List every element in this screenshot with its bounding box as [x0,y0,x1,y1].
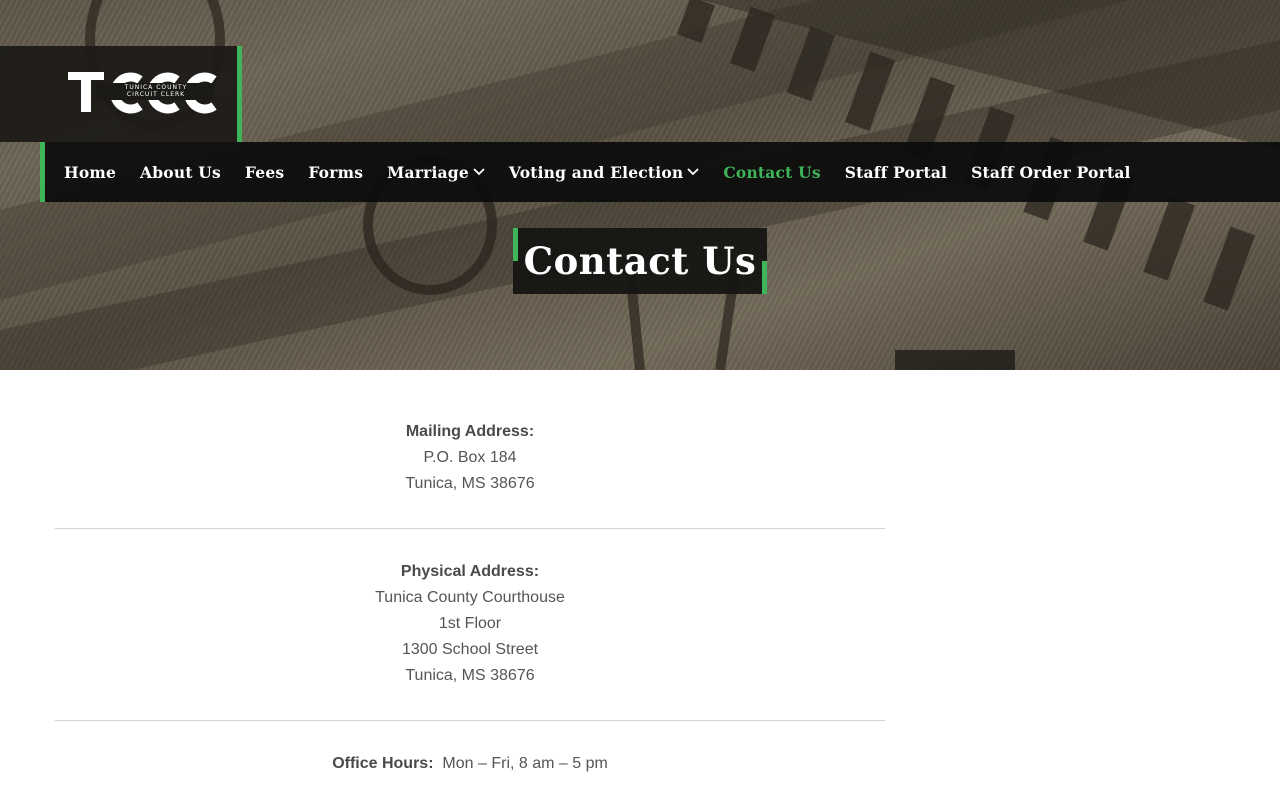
mailing-address-line: P.O. Box 184 [423,449,517,466]
physical-address-block: Physical Address: Tunica County Courthou… [55,559,885,689]
nav-label: Home [64,162,117,182]
nav-label: Forms [308,162,364,182]
nav-item-marriage[interactable]: Marriage [387,163,485,182]
nav-item-staff-order-portal[interactable]: Staff Order Portal [971,163,1131,182]
nav-item-home[interactable]: Home [64,163,116,182]
physical-address-line: 1300 School Street [401,641,539,658]
nav-item-staff-portal[interactable]: Staff Portal [845,163,947,182]
logo-subtitle-line2: CIRCUIT CLERK [126,91,186,98]
nav-item-fees[interactable]: Fees [245,163,284,182]
contact-content: Mailing Address: P.O. Box 184 Tunica, MS… [55,370,885,777]
page-title-box: Contact Us [513,228,767,294]
office-hours-block: Office Hours: Mon – Fri, 8 am – 5 pm [55,751,885,777]
nav-label: About Us [140,162,221,182]
office-hours-value: Mon – Fri, 8 am – 5 pm [442,755,608,772]
site-logo[interactable]: TUNICA COUNTY CIRCUIT CLERK [0,46,242,142]
main-navigation: Home About Us Fees Forms Marriage Voting… [40,142,1280,202]
nav-label: Voting and Election [508,162,684,182]
physical-address-line: Tunica County Courthouse [375,589,565,606]
nav-item-voting-and-election[interactable]: Voting and Election [509,163,700,182]
page-title: Contact Us [523,239,757,283]
logo-subtitle: TUNICA COUNTY CIRCUIT CLERK [96,84,216,98]
nav-label: Marriage [387,162,469,182]
physical-address-label: Physical Address: [400,563,540,580]
title-accent-left [513,228,518,261]
nav-item-about-us[interactable]: About Us [140,163,221,182]
nav-label: Staff Portal [844,162,948,182]
nav-item-forms[interactable]: Forms [308,163,363,182]
physical-address-line: Tunica, MS 38676 [405,667,535,684]
chevron-down-icon [473,168,485,176]
nav-label: Contact Us [723,162,821,182]
mailing-address-label: Mailing Address: [405,423,535,440]
divider [55,720,885,721]
divider [55,528,885,529]
chevron-down-icon [687,168,700,176]
nav-item-contact-us[interactable]: Contact Us [723,163,820,182]
office-hours-label: Office Hours: [332,755,434,772]
nav-label: Fees [244,162,285,182]
title-accent-right [762,261,767,294]
mailing-address-block: Mailing Address: P.O. Box 184 Tunica, MS… [55,419,885,497]
physical-address-line: 1st Floor [438,615,502,632]
nav-label: Staff Order Portal [971,162,1131,182]
logo-subtitle-line1: TUNICA COUNTY [124,84,188,91]
mailing-address-line: Tunica, MS 38676 [405,475,535,492]
